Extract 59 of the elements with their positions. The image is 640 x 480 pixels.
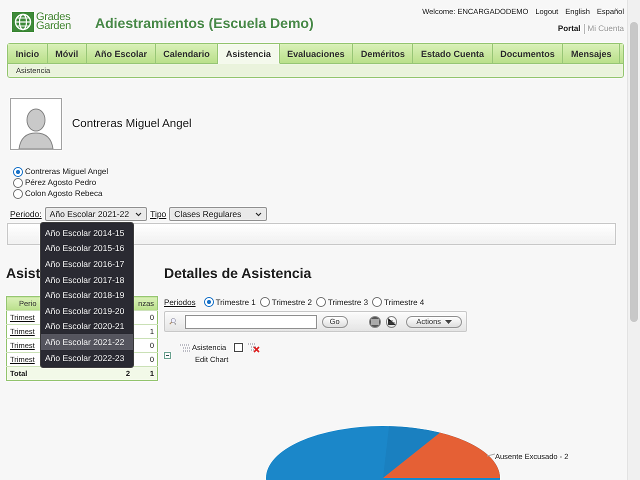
radio-button[interactable] xyxy=(13,166,23,176)
dropdown-option[interactable]: Año Escolar 2015-16 xyxy=(41,240,133,256)
nav-tab[interactable]: Móvil xyxy=(48,44,87,63)
delete-icon[interactable] xyxy=(248,342,260,353)
radio-label: Trimestre 3 xyxy=(328,298,368,306)
radio-label: Contreras Miguel Angel xyxy=(25,167,108,176)
globe-logo-icon xyxy=(12,12,34,32)
bar-chart-icon xyxy=(388,318,396,325)
nav-tab[interactable]: Deméritos xyxy=(353,44,414,63)
radio-label: Trimestre 4 xyxy=(384,298,424,306)
radio-button[interactable] xyxy=(316,297,326,307)
scrollbar-thumb[interactable] xyxy=(630,22,638,322)
nav-tab[interactable]: Mensajes xyxy=(563,44,620,63)
section-heading: Detalles de Asistencia xyxy=(164,265,312,281)
dotted-grid-icon xyxy=(180,342,190,352)
leader-line xyxy=(487,453,495,457)
page-title: Adiestramientos (Escuela Demo) xyxy=(95,15,314,31)
radio-button[interactable] xyxy=(13,178,23,188)
nav-tab[interactable]: Estado Cuenta xyxy=(413,44,493,63)
section-heading: Asist xyxy=(6,265,40,281)
periods-label: Periodos xyxy=(164,298,196,306)
nav-tab[interactable]: Inicio xyxy=(8,44,48,63)
portal-link[interactable]: Portal xyxy=(558,24,581,34)
radio-label: Pérez Agosto Pedro xyxy=(25,178,96,187)
dropdown-option[interactable]: Año Escolar 2016-17 xyxy=(41,256,133,272)
dropdown-option[interactable]: Año Escolar 2014-15 xyxy=(41,225,133,241)
list-icon xyxy=(371,318,379,324)
student-name: Contreras Miguel Angel xyxy=(72,118,192,130)
dropdown-option[interactable]: Año Escolar 2017-18 xyxy=(41,272,133,288)
type-select[interactable]: Clases Regulares xyxy=(169,207,268,221)
radio-label: Trimestre 2 xyxy=(272,298,312,306)
period-label: Periodo: xyxy=(10,209,42,219)
avatar-silhouette-icon xyxy=(10,98,62,150)
dropdown-option[interactable]: Año Escolar 2018-19 xyxy=(41,287,133,303)
search-field[interactable] xyxy=(184,314,317,328)
radio-label: Trimestre 1 xyxy=(216,298,256,306)
dropdown-option[interactable]: Año Escolar 2020-21 xyxy=(41,318,133,334)
nav-tab[interactable]: Evaluaciones xyxy=(280,44,354,63)
radio-button[interactable] xyxy=(13,188,23,198)
period-select[interactable]: Año Escolar 2021-22 xyxy=(44,207,148,221)
caret-icon xyxy=(445,320,452,324)
nav-tab[interactable]: Asistencia xyxy=(218,44,280,64)
nav-tab[interactable]: Año Escolar xyxy=(86,44,156,63)
collapse-icon[interactable] xyxy=(164,352,171,359)
radio-label: Colon Agosto Rebeca xyxy=(25,189,102,198)
radio-button[interactable] xyxy=(260,297,270,307)
dropdown-option[interactable]: Año Escolar 2022-23 xyxy=(41,350,133,366)
logo-text: Grades Garden xyxy=(36,13,71,31)
type-label: Tipo xyxy=(150,209,166,219)
radio-button[interactable] xyxy=(204,297,214,307)
chart-view-button[interactable] xyxy=(386,316,398,328)
caret-icon xyxy=(255,212,262,216)
radio-button[interactable] xyxy=(372,297,382,307)
caret-icon xyxy=(135,212,142,216)
dropdown-option[interactable]: Año Escolar 2021-22 xyxy=(41,334,133,350)
dropdown-option[interactable]: Año Escolar 2019-20 xyxy=(41,302,133,319)
list-view-button[interactable] xyxy=(369,316,381,328)
checkbox[interactable] xyxy=(234,343,244,352)
nav-tab[interactable]: Documentos xyxy=(492,44,564,63)
